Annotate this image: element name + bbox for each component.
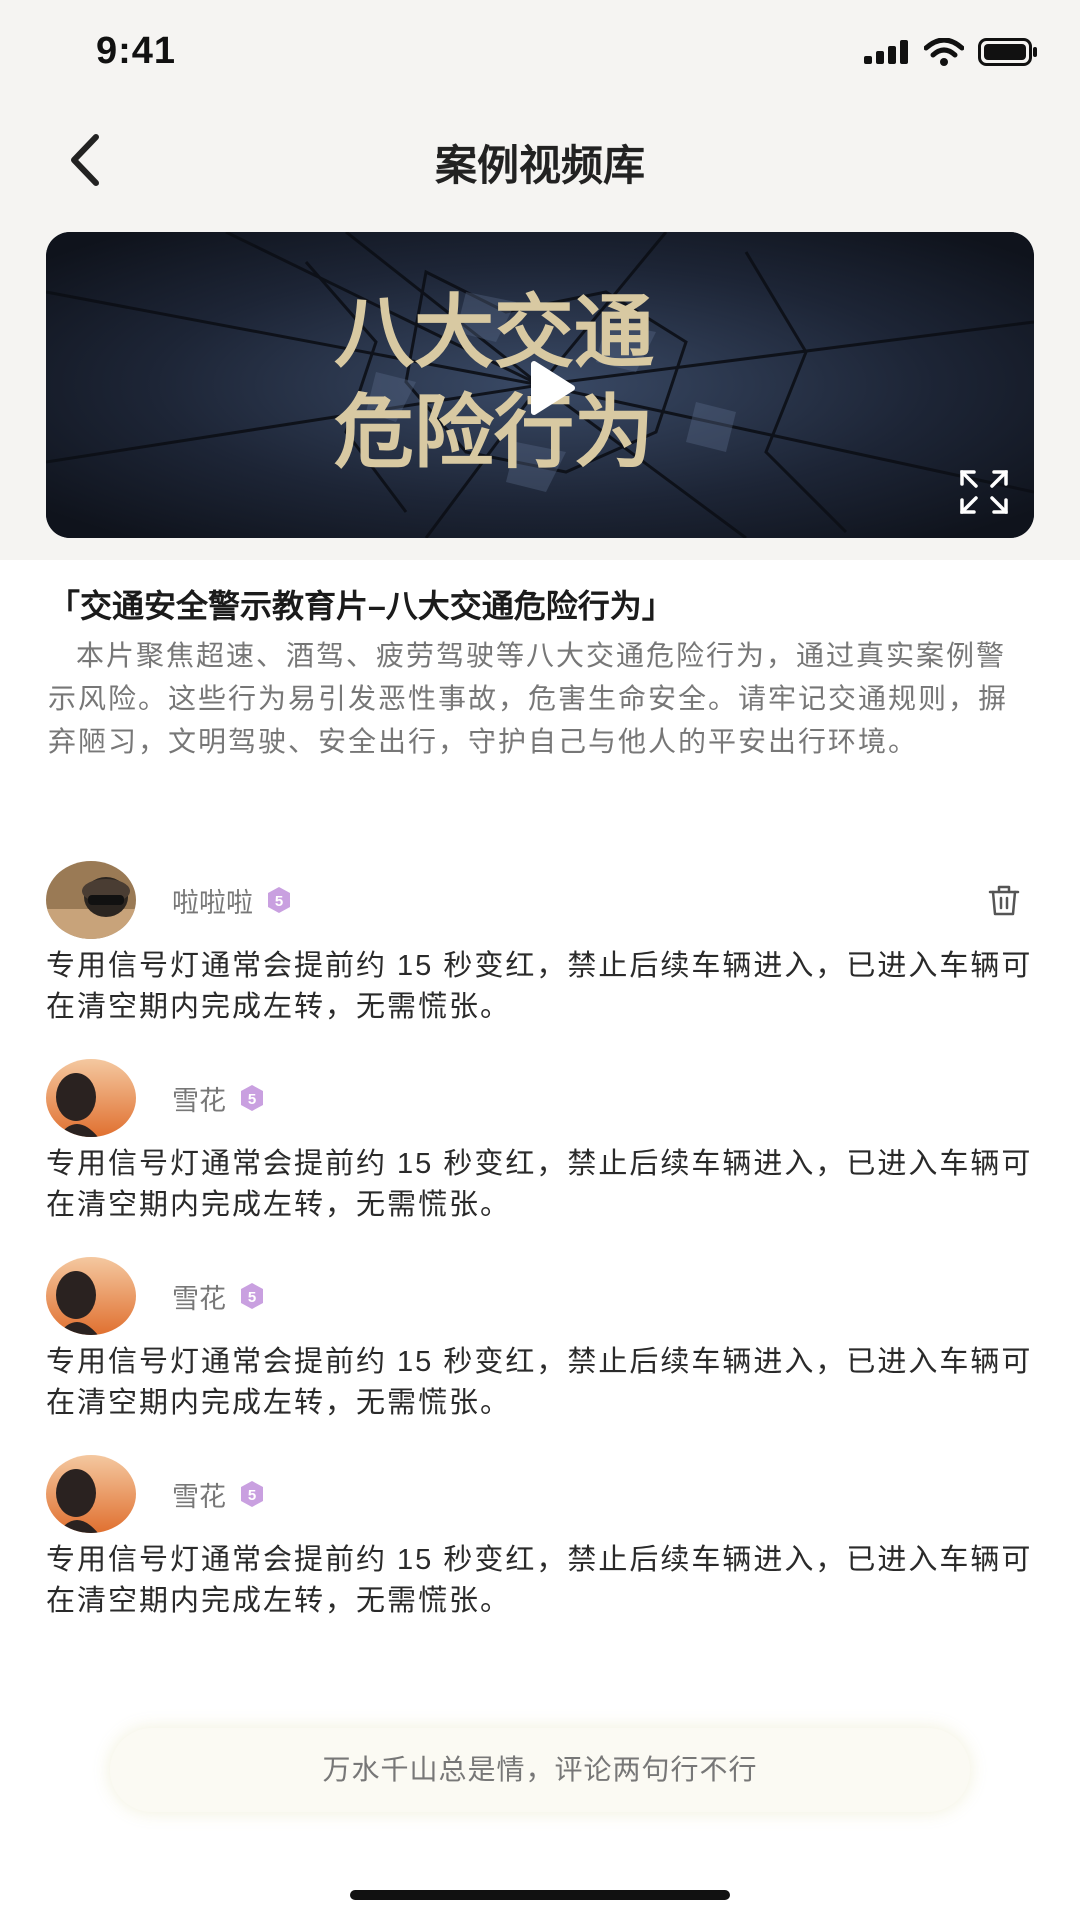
avatar[interactable] xyxy=(46,861,136,939)
avatar-image xyxy=(46,1455,136,1533)
svg-text:5: 5 xyxy=(248,1091,256,1108)
play-icon xyxy=(531,361,575,415)
comment-username[interactable]: 雪花 xyxy=(172,1079,226,1118)
nav-bar: 案例视频库 xyxy=(0,110,1080,210)
comment-item: 雪花 5 专用信号灯通常会提前约 15 秒变红，禁止后续车辆进入，已进入车辆可在… xyxy=(46,1452,1036,1622)
avatar-image xyxy=(46,861,136,939)
comment-header: 啦啦啦 5 xyxy=(46,858,1036,942)
trash-icon xyxy=(988,885,1020,916)
comment-item: 雪花 5 专用信号灯通常会提前约 15 秒变红，禁止后续车辆进入，已进入车辆可在… xyxy=(46,1056,1036,1226)
comment-input[interactable] xyxy=(138,1753,942,1787)
level-badge: 5 xyxy=(238,1480,266,1508)
comment-text: 专用信号灯通常会提前约 15 秒变红，禁止后续车辆进入，已进入车辆可在清空期内完… xyxy=(46,950,1033,1023)
delete-button[interactable] xyxy=(982,878,1026,922)
comment-text: 专用信号灯通常会提前约 15 秒变红，禁止后续车辆进入，已进入车辆可在清空期内完… xyxy=(46,1346,1033,1419)
fullscreen-icon xyxy=(960,470,1008,514)
avatar[interactable] xyxy=(46,1455,136,1533)
fullscreen-button[interactable] xyxy=(956,464,1012,520)
comment-username[interactable]: 雪花 xyxy=(172,1277,226,1316)
status-bar: 9:41 xyxy=(0,0,1080,110)
comment-item: 雪花 5 专用信号灯通常会提前约 15 秒变红，禁止后续车辆进入，已进入车辆可在… xyxy=(46,1254,1036,1424)
avatar[interactable] xyxy=(46,1257,136,1335)
level-badge-icon: 5 xyxy=(241,1085,263,1111)
home-indicator xyxy=(350,1890,730,1900)
signal-icon xyxy=(864,40,908,64)
video-player[interactable]: 八大交通 危险行为 xyxy=(46,232,1034,538)
video-info: 「交通安全警示教育片–八大交通危险行为」 本片聚焦超速、酒驾、疲劳驾驶等八大交通… xyxy=(48,584,1034,763)
video-title: 「交通安全警示教育片–八大交通危险行为」 xyxy=(48,588,674,624)
cover-text-line2: 危险行为 xyxy=(334,390,654,478)
level-badge-icon: 5 xyxy=(268,887,290,913)
level-badge: 5 xyxy=(238,1282,266,1310)
svg-text:5: 5 xyxy=(248,1487,256,1504)
play-button[interactable] xyxy=(512,350,588,426)
comment-header: 雪花 5 xyxy=(46,1452,1036,1536)
comment-text: 专用信号灯通常会提前约 15 秒变红，禁止后续车辆进入，已进入车辆可在清空期内完… xyxy=(46,1544,1033,1617)
level-badge-icon: 5 xyxy=(241,1283,263,1309)
status-icons xyxy=(864,38,1038,66)
wifi-icon xyxy=(924,38,964,66)
battery-icon xyxy=(978,38,1037,66)
level-badge-icon: 5 xyxy=(241,1481,263,1507)
video-detail-page: 9:41 案例视频库 八大交通 危险行为 「交通安全警示教育片–八大交通危险行为… xyxy=(0,0,1080,1920)
status-time: 9:41 xyxy=(96,30,177,72)
avatar[interactable] xyxy=(46,1059,136,1137)
comment-username[interactable]: 雪花 xyxy=(172,1475,226,1514)
page-title: 案例视频库 xyxy=(434,142,645,189)
comment-list: 啦啦啦 5 专用信号灯通常会提前约 15 秒变红，禁止后续车辆进入，已进入车辆可… xyxy=(46,858,1036,1650)
comment-input-bar[interactable] xyxy=(110,1728,970,1812)
svg-text:5: 5 xyxy=(275,893,283,910)
comment-header: 雪花 5 xyxy=(46,1056,1036,1140)
comment-header: 雪花 5 xyxy=(46,1254,1036,1338)
svg-text:5: 5 xyxy=(248,1289,256,1306)
level-badge: 5 xyxy=(265,886,293,914)
level-badge: 5 xyxy=(238,1084,266,1112)
comment-text: 专用信号灯通常会提前约 15 秒变红，禁止后续车辆进入，已进入车辆可在清空期内完… xyxy=(46,1148,1033,1221)
video-description: 本片聚焦超速、酒驾、疲劳驾驶等八大交通危险行为，通过真实案例警示风险。这些行为易… xyxy=(48,640,1009,757)
cover-text-line1: 八大交通 xyxy=(334,290,654,378)
comment-username[interactable]: 啦啦啦 xyxy=(172,881,253,920)
avatar-image xyxy=(46,1059,136,1137)
comment-item: 啦啦啦 5 专用信号灯通常会提前约 15 秒变红，禁止后续车辆进入，已进入车辆可… xyxy=(46,858,1036,1028)
avatar-image xyxy=(46,1257,136,1335)
